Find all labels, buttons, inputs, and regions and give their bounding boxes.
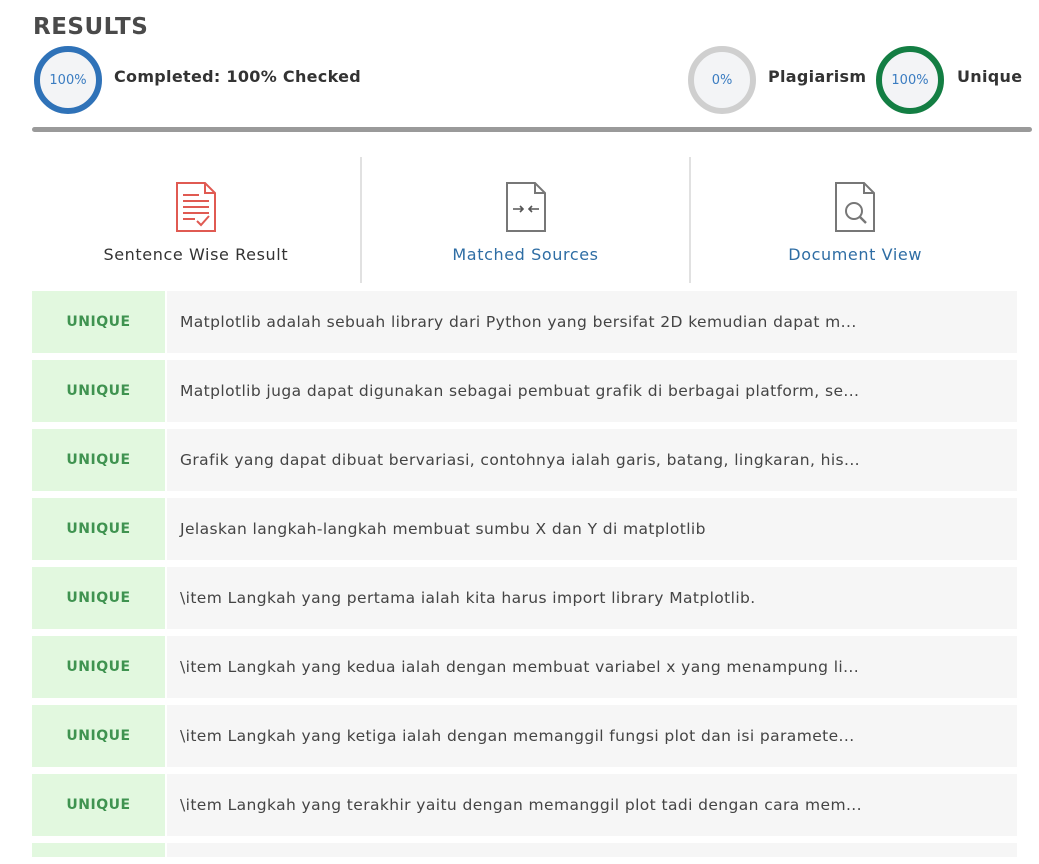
tab-label-sentence-wise: Sentence Wise Result: [103, 245, 289, 264]
completed-percent: 100%: [49, 72, 87, 88]
status-badge: UNIQUE: [32, 636, 165, 698]
result-row-partial[interactable]: [32, 843, 1017, 857]
status-badge: UNIQUE: [32, 498, 165, 560]
document-search-icon: [835, 182, 876, 232]
sentence-text: \item Langkah yang ketiga ialah dengan m…: [167, 705, 1017, 767]
status-badge: UNIQUE: [32, 360, 165, 422]
sentence-text: Matplotlib juga dapat digunakan sebagai …: [167, 360, 1017, 422]
sentence-text: Jelaskan langkah-langkah membuat sumbu X…: [167, 498, 1017, 560]
tab-sentence-wise-result[interactable]: Sentence Wise Result: [32, 157, 360, 283]
sentence-text: \item Langkah yang pertama ialah kita ha…: [167, 567, 1017, 629]
result-row[interactable]: UNIQUE \item Langkah yang ketiga ialah d…: [32, 705, 1017, 767]
tab-label-matched-sources: Matched Sources: [452, 245, 599, 264]
unique-ring: 100%: [876, 46, 944, 114]
unique-percent: 100%: [891, 72, 929, 88]
result-row[interactable]: UNIQUE Jelaskan langkah-langkah membuat …: [32, 498, 1017, 560]
progress-bar: [32, 127, 1032, 132]
document-compare-icon: [505, 182, 546, 232]
status-badge: UNIQUE: [32, 774, 165, 836]
sentence-result-list: UNIQUE Matplotlib adalah sebuah library …: [32, 291, 1017, 864]
result-row[interactable]: UNIQUE \item Langkah yang terakhir yaitu…: [32, 774, 1017, 836]
plagiarism-label: Plagiarism: [768, 67, 867, 86]
result-row[interactable]: UNIQUE Matplotlib juga dapat digunakan s…: [32, 360, 1017, 422]
result-row[interactable]: UNIQUE \item Langkah yang kedua ialah de…: [32, 636, 1017, 698]
status-badge: UNIQUE: [32, 705, 165, 767]
result-tabs: Sentence Wise Result Matched Sources Doc…: [32, 157, 1019, 283]
result-row[interactable]: UNIQUE Grafik yang dapat dibuat bervaria…: [32, 429, 1017, 491]
sentence-text: Grafik yang dapat dibuat bervariasi, con…: [167, 429, 1017, 491]
sentence-text: \item Langkah yang kedua ialah dengan me…: [167, 636, 1017, 698]
plagiarism-ring: 0%: [688, 46, 756, 114]
tab-document-view[interactable]: Document View: [689, 157, 1019, 283]
status-badge: UNIQUE: [32, 291, 165, 353]
plagiarism-percent: 0%: [711, 72, 733, 88]
sentence-text-partial: [167, 843, 1017, 857]
tab-label-document-view: Document View: [788, 245, 923, 264]
unique-label: Unique: [957, 67, 1023, 86]
status-badge: UNIQUE: [32, 567, 165, 629]
completed-label: Completed: 100% Checked: [114, 67, 362, 86]
result-row[interactable]: UNIQUE \item Langkah yang pertama ialah …: [32, 567, 1017, 629]
completed-progress-ring: 100%: [34, 46, 102, 114]
tab-matched-sources[interactable]: Matched Sources: [359, 157, 690, 283]
status-badge: UNIQUE: [32, 429, 165, 491]
status-badge-partial: [32, 843, 165, 857]
sentence-text: \item Langkah yang terakhir yaitu dengan…: [167, 774, 1017, 836]
sentence-text: Matplotlib adalah sebuah library dari Py…: [167, 291, 1017, 353]
result-row[interactable]: UNIQUE Matplotlib adalah sebuah library …: [32, 291, 1017, 353]
document-check-icon: [175, 182, 216, 232]
results-title: RESULTS: [33, 14, 149, 40]
